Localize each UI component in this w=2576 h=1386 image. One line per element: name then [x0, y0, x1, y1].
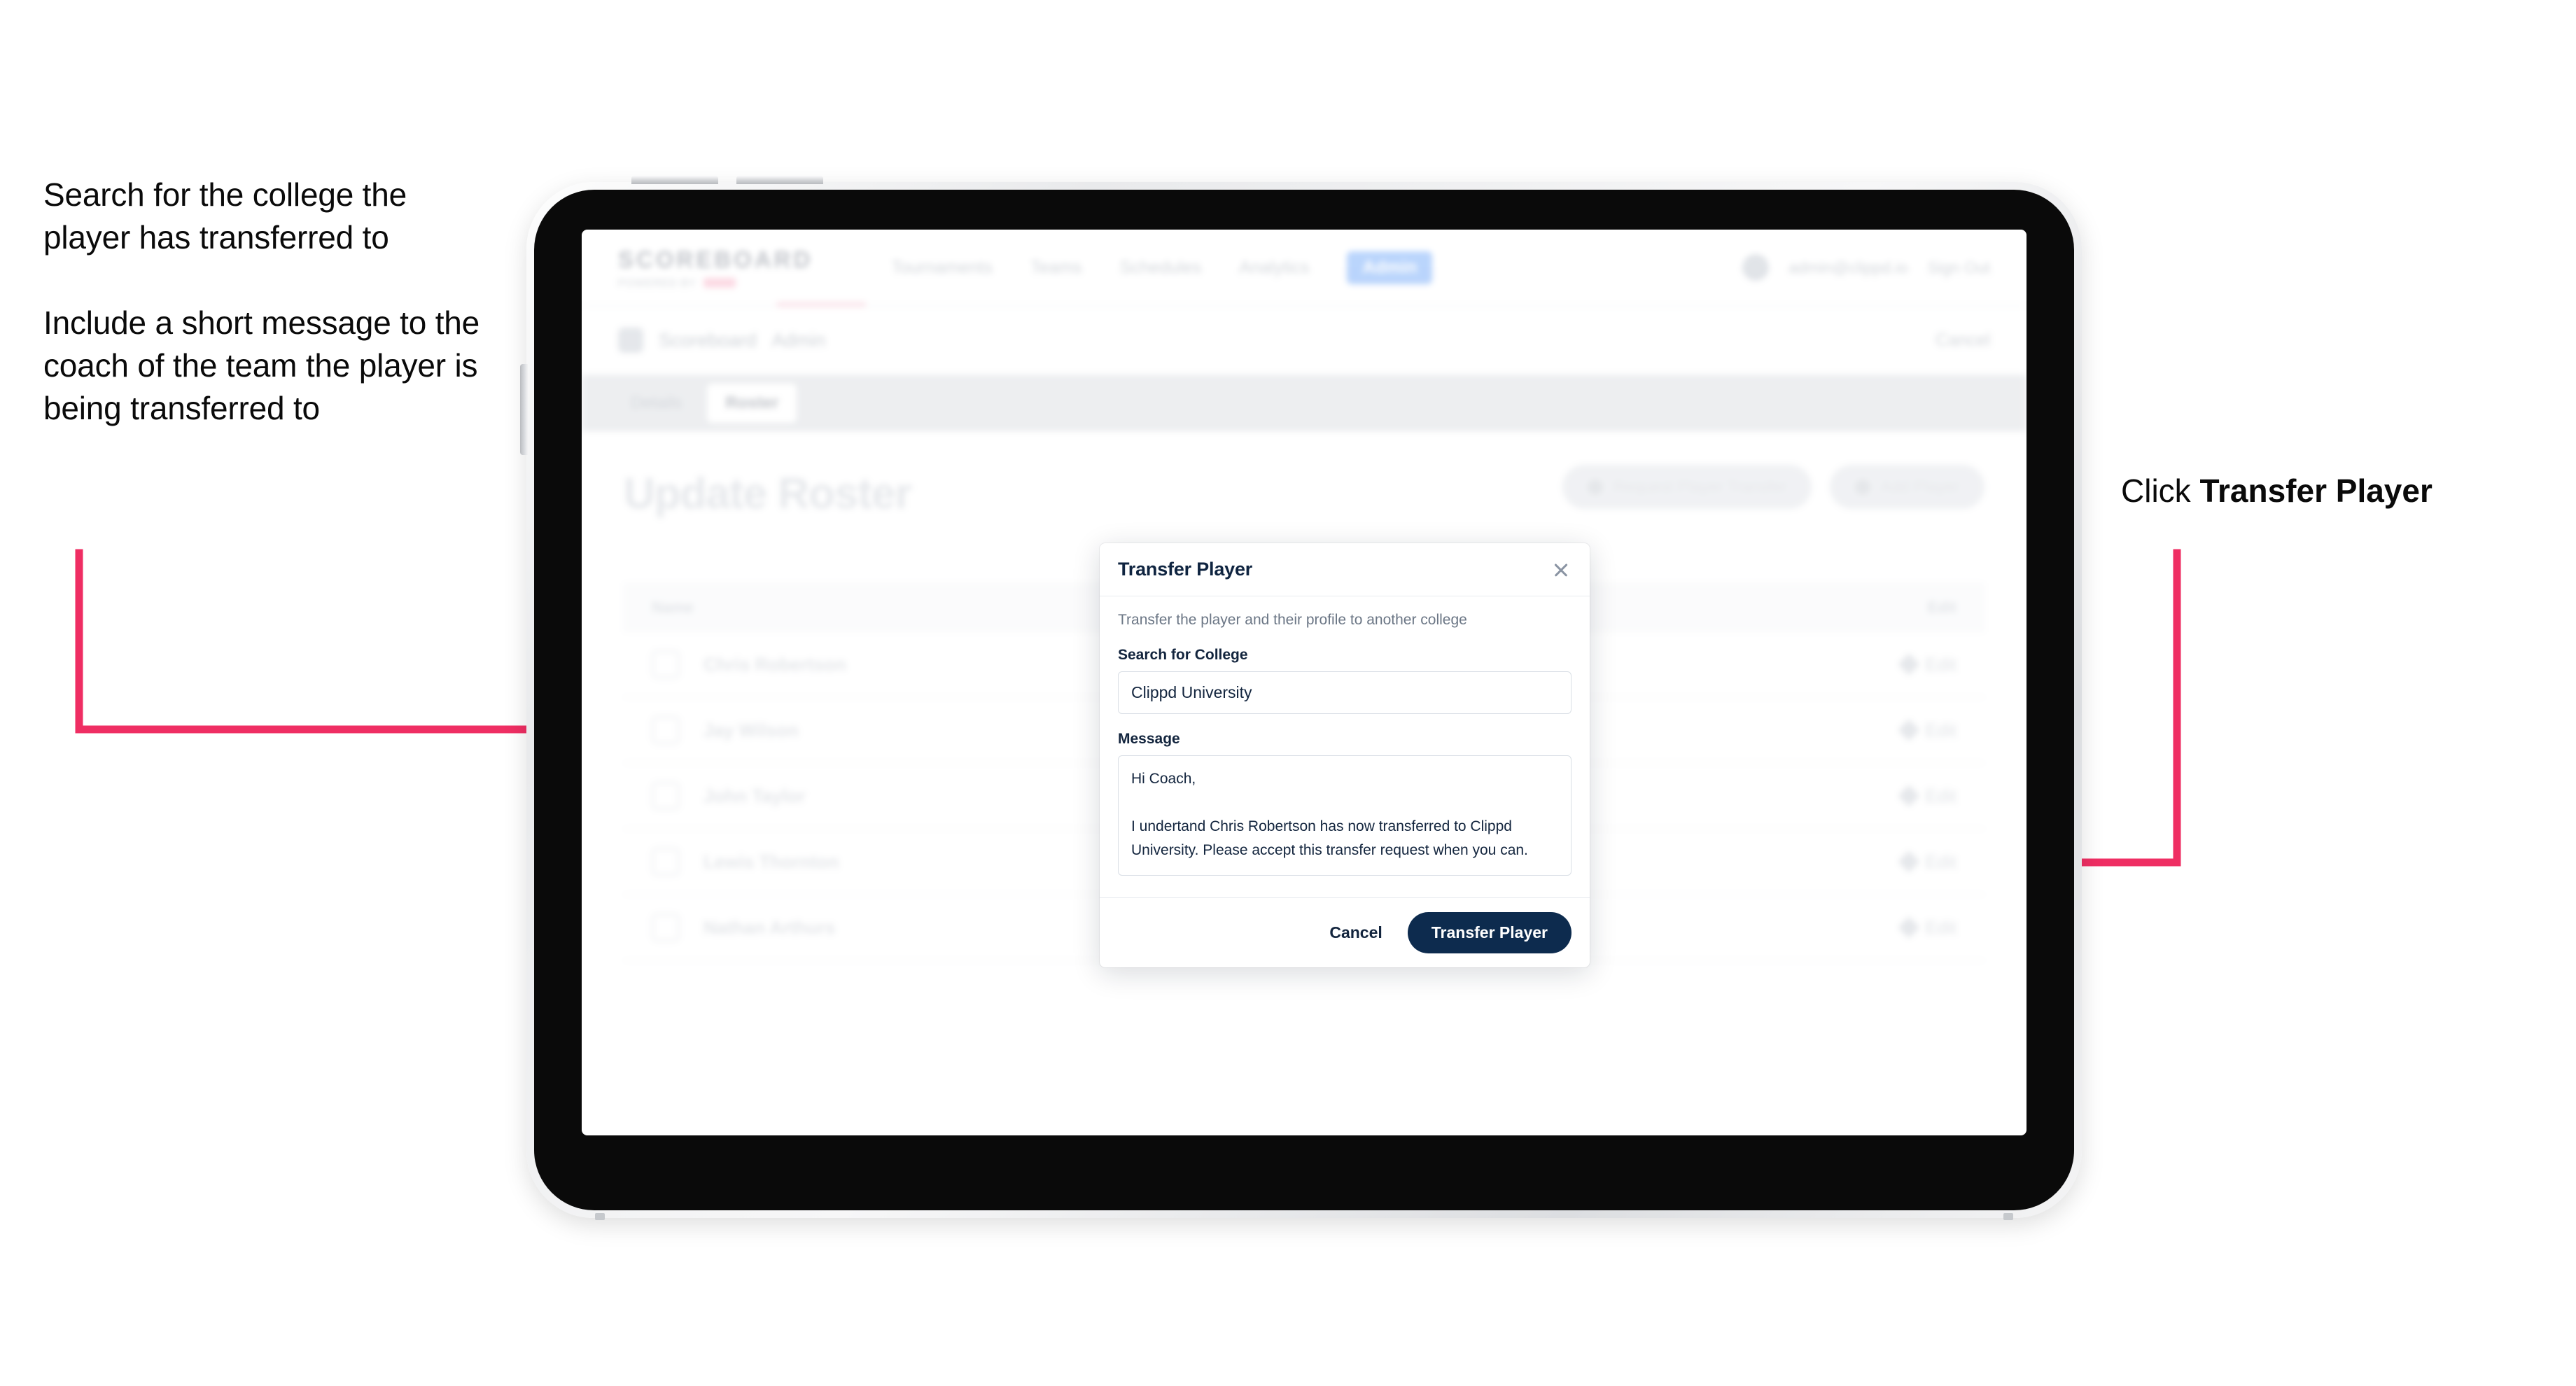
nav-item-analytics[interactable]: Analytics — [1239, 258, 1309, 278]
field-spacer — [1118, 714, 1572, 731]
plus-icon — [1855, 479, 1871, 495]
logo-subline: POWERED BY — [618, 277, 813, 289]
logo-clippd-badge — [703, 278, 736, 288]
annotation-click-prefix: Click — [2121, 472, 2200, 509]
device-foot-left — [595, 1213, 605, 1220]
avatar[interactable] — [1742, 254, 1770, 281]
nav-item-teams[interactable]: Teams — [1030, 258, 1082, 278]
pencil-icon — [1898, 850, 1920, 873]
search-college-input[interactable] — [1118, 671, 1572, 714]
transfer-player-dialog: Transfer Player Transfer the player and … — [1100, 543, 1590, 967]
edit-label: Edit — [1925, 719, 1956, 741]
breadcrumb-cancel[interactable]: Cancel — [1935, 330, 1990, 351]
pencil-icon — [1898, 785, 1920, 807]
app-top-right: admin@clippd.io Sign Out — [1742, 254, 1990, 281]
breadcrumb: Scoreboard Admin Cancel — [582, 307, 2026, 375]
row-checkbox[interactable] — [652, 848, 680, 876]
edit-label: Edit — [1925, 916, 1956, 938]
row-checkbox[interactable] — [652, 650, 680, 678]
close-icon[interactable] — [1550, 559, 1572, 580]
app-logo[interactable]: SCOREBOARD POWERED BY — [618, 246, 813, 289]
tablet-device: SCOREBOARD POWERED BY Tournaments Teams … — [520, 176, 2082, 1220]
edit-link[interactable]: Edit — [1898, 850, 1956, 873]
device-screen: SCOREBOARD POWERED BY Tournaments Teams … — [582, 230, 2026, 1135]
sign-out-link[interactable]: Sign Out — [1928, 258, 1991, 277]
edit-label: Edit — [1925, 785, 1956, 806]
tab-details[interactable]: Details — [612, 384, 700, 423]
annotation-include-message: Include a short message to the coach of … — [43, 304, 480, 426]
pencil-icon — [1898, 719, 1920, 741]
annotation-click-target: Transfer Player — [2199, 472, 2432, 509]
pencil-icon — [1898, 653, 1920, 676]
app-footer-area: Save Roster Changes — [624, 961, 1984, 1135]
edit-link[interactable]: Edit — [1898, 719, 1956, 741]
volume-up-button[interactable] — [631, 176, 718, 184]
nav-item-admin[interactable]: Admin — [1347, 251, 1433, 284]
user-email: admin@clippd.io — [1788, 258, 1908, 276]
breadcrumb-icon — [618, 328, 643, 353]
breadcrumb-sub: Admin — [771, 329, 826, 351]
edit-link[interactable]: Edit — [1898, 916, 1956, 939]
dialog-title: Transfer Player — [1118, 559, 1253, 580]
row-checkbox[interactable] — [652, 913, 680, 941]
add-player-button[interactable]: Add Player — [1830, 465, 1984, 509]
volume-down-button[interactable] — [736, 176, 823, 184]
app-top-nav: Tournaments Teams Schedules Analytics Ad… — [891, 251, 1433, 284]
transfer-player-button[interactable]: Transfer Player — [1407, 912, 1572, 953]
message-field-label: Message — [1118, 731, 1180, 747]
dialog-body: Transfer the player and their profile to… — [1100, 596, 1590, 897]
logo-wordmark: SCOREBOARD — [618, 246, 813, 272]
breadcrumb-label[interactable]: Scoreboard — [659, 330, 757, 351]
edit-label: Edit — [1925, 653, 1956, 675]
left-annotations: Search for the college the player has tr… — [43, 174, 491, 430]
message-textarea[interactable]: Hi Coach, I undertand Chris Robertson ha… — [1118, 755, 1572, 876]
nav-item-tournaments[interactable]: Tournaments — [891, 258, 993, 278]
row-checkbox[interactable] — [652, 716, 680, 744]
row-checkbox[interactable] — [652, 782, 680, 810]
header-actions: Request Player Transfer Add Player — [1562, 465, 1984, 509]
device-foot-right — [2003, 1213, 2013, 1220]
nav-item-schedules[interactable]: Schedules — [1120, 258, 1202, 278]
dialog-footer: Cancel Transfer Player — [1100, 897, 1590, 967]
column-header-edit: Edit — [1927, 598, 1956, 616]
add-player-label: Add Player — [1880, 477, 1959, 496]
college-field-label: Search for College — [1118, 647, 1248, 663]
cancel-button[interactable]: Cancel — [1325, 923, 1386, 943]
tab-roster[interactable]: Roster — [707, 384, 797, 423]
dialog-subtitle: Transfer the player and their profile to… — [1118, 612, 1467, 628]
edit-label: Edit — [1925, 850, 1956, 872]
edit-link[interactable]: Edit — [1898, 653, 1956, 676]
logo-powered-by: POWERED BY — [618, 276, 696, 289]
dialog-header: Transfer Player — [1100, 543, 1590, 596]
annotation-search-college: Search for the college the player has tr… — [43, 176, 407, 255]
edit-link[interactable]: Edit — [1898, 785, 1956, 807]
pencil-icon — [1898, 916, 1920, 939]
nav-active-underline — [776, 302, 866, 307]
request-player-transfer-label: Request Player Transfer — [1613, 477, 1787, 496]
right-annotation: Click Transfer Player — [2121, 470, 2432, 512]
request-player-transfer-button[interactable]: Request Player Transfer — [1562, 465, 1812, 509]
app-top-bar: SCOREBOARD POWERED BY Tournaments Teams … — [582, 230, 2026, 307]
app-tab-bar: Details Roster — [582, 375, 2026, 431]
transfer-icon — [1588, 479, 1604, 495]
power-button[interactable] — [520, 364, 528, 455]
